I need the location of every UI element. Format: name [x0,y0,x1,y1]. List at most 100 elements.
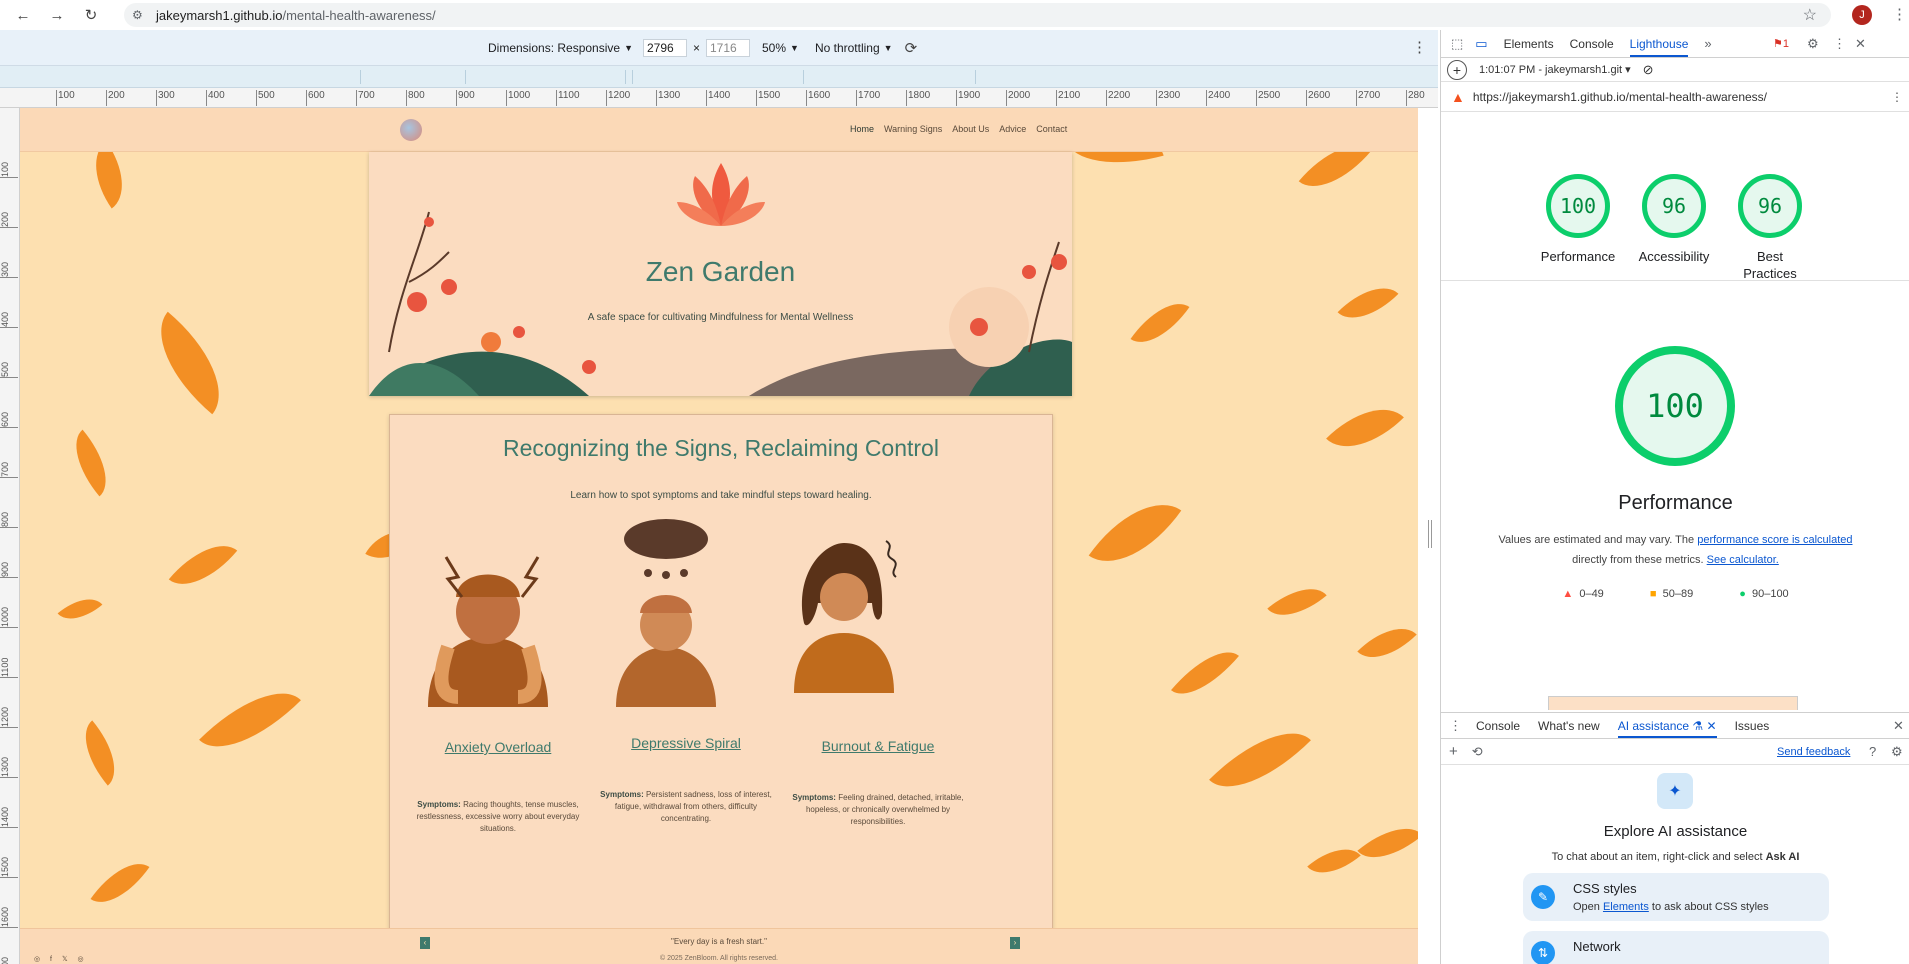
section-subtitle: Learn how to spot symptoms and take mind… [570,490,872,501]
ruler-tick: 300 [0,228,18,278]
rotate-icon[interactable]: ⟳ [905,39,918,57]
drawer-tabbar: ⋮ Console What's new AI assistance ⚗ ✕ I… [1441,713,1909,739]
nav-warning-signs[interactable]: Warning Signs [884,124,942,134]
kebab-menu-icon[interactable]: ⋮ [1892,5,1907,23]
gauge-accessibility[interactable]: 96 [1642,174,1706,238]
zoom-select[interactable]: 50% ▼ [762,41,799,55]
nav-home[interactable]: Home [850,124,874,134]
sign-anxiety-link[interactable]: Anxiety Overload [398,739,598,755]
drawer-close-icon[interactable]: ✕ [1893,718,1904,734]
tab-elements[interactable]: Elements [1504,37,1554,51]
site-logo[interactable] [400,119,422,141]
see-calculator-link[interactable]: See calculator. [1707,554,1779,566]
triangle-icon: ▲ [1562,588,1574,600]
media-query-marker[interactable] [465,70,466,84]
ruler-tick: 100 [56,90,75,106]
ruler-tick: 300 [156,90,175,106]
tab-lighthouse[interactable]: Lighthouse [1629,37,1689,57]
back-arrow-icon[interactable]: ← [12,4,34,26]
nav-advice[interactable]: Advice [999,124,1026,134]
zoom-label: 50% [762,40,787,55]
report-menu-icon[interactable]: ⋮ [1891,90,1903,104]
url-host: jakeymarsh1.github.io [156,7,283,23]
device-toggle-icon[interactable]: ▭ [1475,36,1487,52]
devtools-menu-icon[interactable]: ⋮ [1833,36,1846,52]
lotus-logo-icon [677,163,765,226]
elements-link[interactable]: Elements [1603,901,1649,913]
viewport-resize-handle[interactable] [1428,520,1432,548]
send-feedback-link[interactable]: Send feedback [1777,746,1850,758]
ai-description: To chat about an item, right-click and s… [1441,851,1909,863]
settings-gear-icon[interactable]: ⚙ [1807,36,1819,52]
sign-burnout-link[interactable]: Burnout & Fatigue [778,738,978,754]
ai-settings-icon[interactable]: ⚙ [1891,744,1903,760]
reload-icon[interactable]: ↻ [80,4,102,26]
forward-arrow-icon[interactable]: → [46,4,68,26]
leaf-decoration [1171,636,1239,710]
clear-reports-icon[interactable]: ⊘ [1643,62,1654,78]
ruler-tick: 1400 [0,778,18,828]
gauge-best-practices[interactable]: 96 [1738,174,1802,238]
ruler-tick: 2500 [1256,90,1280,106]
ai-card-css-styles[interactable]: ✎ CSS styles Open Elements to ask about … [1523,873,1829,921]
social-icons[interactable]: ◎ f 𝕏 ◎ [34,955,88,963]
ruler-tick: 2300 [1156,90,1180,106]
media-query-marker[interactable] [803,70,804,84]
new-chat-plus-icon[interactable]: + [1449,743,1458,760]
ruler-tick: 400 [206,90,225,106]
report-select[interactable]: 1:01:07 PM - jakeymarsh1.git ▾ [1479,63,1631,76]
issues-count: 1 [1782,38,1789,50]
tab-close-icon[interactable]: ✕ [1707,719,1717,733]
media-query-marker[interactable] [360,70,361,84]
media-query-bar[interactable] [0,66,1438,88]
more-tabs-icon[interactable]: » [1704,36,1711,51]
bookmark-star-icon[interactable]: ☆ [1803,5,1817,25]
dimensions-select[interactable]: Dimensions: Responsive ▼ [488,41,633,55]
address-bar[interactable]: ⚙ jakeymarsh1.github.io/mental-health-aw… [124,3,1831,27]
new-report-plus-icon[interactable]: + [1447,59,1467,80]
ruler-tick: 600 [0,378,18,428]
ruler-tick: 1700 [0,928,18,964]
browser-toolbar: ← → ↻ ⚙ jakeymarsh1.github.io/mental-hea… [0,0,1909,30]
drawer-tab-console[interactable]: Console [1476,719,1520,733]
drawer-menu-icon[interactable]: ⋮ [1449,718,1462,734]
drawer-tab-issues[interactable]: Issues [1735,719,1770,733]
leaf-decoration [135,311,245,415]
site-info-icon[interactable]: ⚙ [132,8,152,22]
ruler-tick: 1700 [856,90,880,106]
note-middle: directly from these metrics. [1572,554,1707,566]
leaf-decoration [1267,573,1327,631]
profile-avatar[interactable]: J [1852,5,1872,25]
quote-next-button[interactable]: › [1010,937,1020,949]
device-options-icon[interactable]: ⋮ [1412,38,1427,56]
tab-console[interactable]: Console [1570,37,1614,51]
ruler-tick: 1900 [956,90,980,106]
history-icon[interactable]: ⟲ [1472,744,1483,760]
throttling-select[interactable]: No throttling ▼ [815,41,893,55]
ruler-tick: 1300 [656,90,680,106]
nav-about-us[interactable]: About Us [952,124,989,134]
issues-badge[interactable]: ⚑1 [1773,37,1789,50]
sign-depression-link[interactable]: Depressive Spiral [586,735,786,751]
nav-contact[interactable]: Contact [1036,124,1067,134]
leaf-decoration [1326,389,1404,467]
gauge-performance[interactable]: 100 [1546,174,1610,238]
ruler-tick: 200 [106,90,125,106]
inspect-element-icon[interactable]: ⬚ [1451,36,1463,52]
score-calculated-link[interactable]: performance score is calculated [1697,534,1852,546]
sign-anxiety: Anxiety Overload Symptoms: Racing though… [398,739,598,835]
devtools-drawer: ⋮ Console What's new AI assistance ⚗ ✕ I… [1441,712,1909,964]
drawer-tab-ai-assistance[interactable]: AI assistance ⚗ ✕ [1617,719,1717,738]
symptoms-label: Symptoms: [600,790,644,799]
score-legend: ▲ 0–49 ■ 50–89 ● 90–100 [1441,588,1909,600]
drawer-tab-whats-new[interactable]: What's new [1538,719,1600,733]
width-input[interactable]: 2796 [642,38,687,57]
close-icon[interactable]: ✕ [1855,36,1866,52]
sign-burnout: Burnout & Fatigue Symptoms: Feeling drai… [778,738,978,828]
ai-card-network[interactable]: ⇅ Network [1523,931,1829,964]
media-query-marker[interactable] [632,70,633,84]
media-query-marker[interactable] [975,70,976,84]
help-icon[interactable]: ? [1869,744,1876,759]
media-query-marker[interactable] [625,70,626,84]
height-input[interactable]: 1716 [706,38,750,57]
